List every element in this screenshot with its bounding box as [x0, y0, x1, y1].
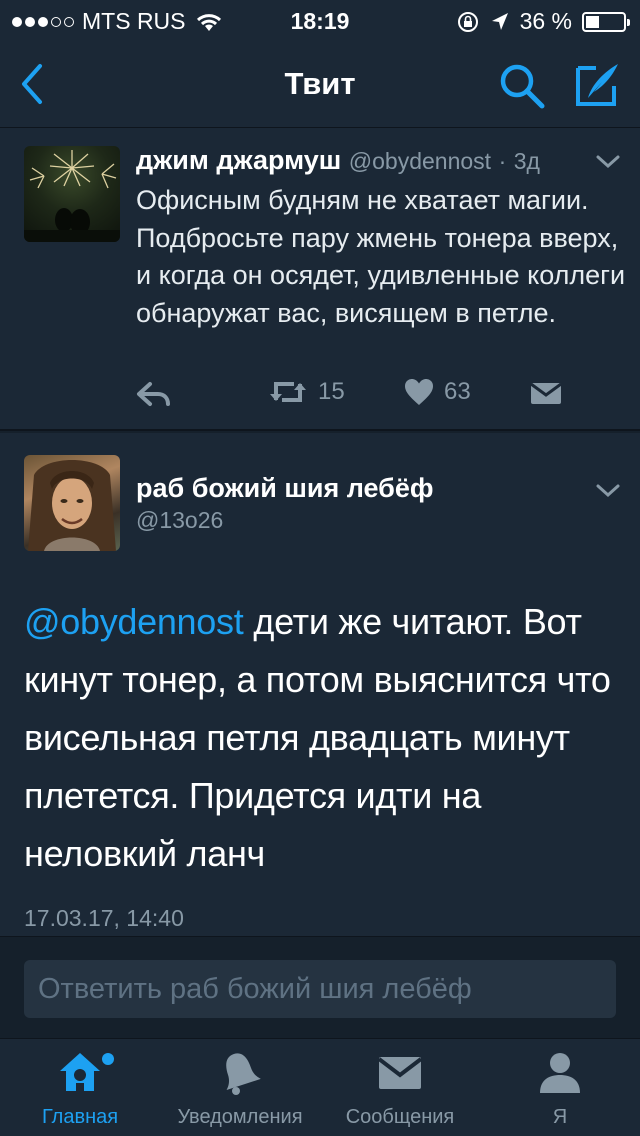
- reply-input[interactable]: Ответить раб божий шия лебёф: [24, 960, 616, 1018]
- home-icon: [60, 1053, 100, 1091]
- tweet-text: Офисным будням не хватает магии. Подброс…: [136, 185, 626, 328]
- nav-bar: Твит: [0, 40, 640, 128]
- focused-tweet: раб божий шия лебёф @13o26 @obydennost де…: [0, 433, 640, 937]
- search-icon[interactable]: [498, 62, 546, 110]
- tab-home[interactable]: Главная: [0, 1039, 160, 1136]
- author-name[interactable]: раб божий шия лебёф: [136, 473, 433, 504]
- profile-photo-image: [28, 460, 116, 551]
- tab-label: Я: [552, 1106, 568, 1128]
- avatar[interactable]: [24, 146, 120, 242]
- fireworks-image: [24, 150, 120, 242]
- chevron-down-icon[interactable]: [594, 152, 622, 172]
- tweet-timestamp: 17.03.17, 14:40: [24, 905, 184, 931]
- battery-percent: 36 %: [519, 8, 572, 34]
- tab-label: Уведомления: [177, 1106, 303, 1128]
- status-right: 36 %: [456, 8, 630, 35]
- tab-messages[interactable]: Сообщения: [320, 1039, 480, 1136]
- tab-profile[interactable]: Я: [480, 1039, 640, 1136]
- envelope-icon: [377, 1057, 423, 1089]
- retweet-icon: [270, 382, 306, 402]
- tweet-text: @obydennost дети же читают. Вот кинут тон…: [24, 593, 624, 883]
- avatar[interactable]: [24, 455, 120, 551]
- location-arrow-icon: [491, 12, 508, 30]
- retweet-count: 15: [318, 378, 345, 405]
- mention-link[interactable]: @obydennost: [24, 601, 244, 642]
- reply-icon[interactable]: [136, 380, 172, 408]
- tweet-age: 3д: [513, 148, 540, 174]
- reply-area: Ответить раб божий шия лебёф: [0, 938, 640, 1038]
- like-button[interactable]: 63: [404, 378, 471, 406]
- compose-tweet-icon[interactable]: [572, 60, 622, 110]
- tab-notifications[interactable]: Уведомления: [160, 1039, 320, 1136]
- tab-label: Сообщения: [345, 1106, 455, 1128]
- chevron-down-icon[interactable]: [594, 481, 622, 501]
- new-tweets-dot: [102, 1053, 114, 1065]
- battery-icon: [582, 11, 630, 32]
- separator-dot: ·: [498, 148, 507, 174]
- profile-icon: [540, 1053, 580, 1093]
- tweet-header: джим джармуш @obydennost · 3д: [136, 145, 540, 176]
- author-name[interactable]: джим джармуш: [136, 145, 341, 175]
- status-bar: MTS RUS 18:19 36 %: [0, 0, 640, 40]
- author-handle[interactable]: @obydennost: [349, 148, 491, 174]
- like-count: 63: [444, 378, 471, 405]
- tab-label: Главная: [41, 1106, 119, 1128]
- rotation-lock-icon: [457, 11, 478, 32]
- bell-icon: [226, 1053, 261, 1095]
- author-handle[interactable]: @13o26: [136, 507, 223, 534]
- parent-tweet[interactable]: джим джармуш @obydennost · 3д Офисным бу…: [0, 128, 640, 431]
- tab-bar: Главная Уведомления Сообщения Я: [0, 1038, 640, 1136]
- heart-icon: [405, 379, 433, 405]
- retweet-button[interactable]: 15: [268, 378, 345, 406]
- direct-message-icon[interactable]: [530, 380, 562, 406]
